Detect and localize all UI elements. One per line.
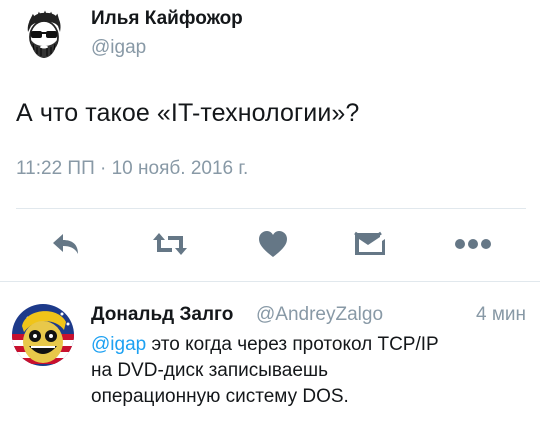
heart-icon [259, 231, 287, 257]
reply-time: 4 мин [475, 304, 526, 325]
avatar[interactable] [18, 10, 70, 62]
more-dots-icon [455, 239, 491, 249]
retweet-icon [153, 233, 187, 255]
mention-link[interactable]: @igap [91, 334, 146, 355]
reply-button[interactable] [44, 222, 88, 266]
reply-text-line-3: операционную систему DOS. [91, 386, 349, 407]
reply-arrow-icon [53, 234, 78, 254]
envelope-icon [354, 231, 385, 255]
reply-text-line-1: @igap это когда через протокол TCP/IP [91, 332, 531, 358]
author-handle[interactable]: @igap [91, 37, 146, 59]
tweet-text: А что такое «IT-технологии»? [16, 99, 360, 127]
divider [16, 208, 526, 209]
direct-message-button[interactable] [348, 222, 392, 266]
reply-avatar[interactable] [12, 304, 74, 366]
zalgo-avatar-icon [12, 304, 74, 366]
more-button[interactable] [451, 222, 495, 266]
reply-text-line-2: на DVD-диск записываешь [91, 360, 329, 381]
retweet-button[interactable] [148, 222, 192, 266]
reply-text: @igap это когда через протокол TCP/IP на… [91, 332, 531, 410]
tweet-timestamp: 11:22 ПП · 10 нояб. 2016 г. [16, 158, 249, 179]
reply-text-fragment: это когда через протокол TCP/IP [146, 334, 439, 355]
action-bar [0, 222, 540, 266]
reply-author-handle[interactable]: @AndreyZalgo [256, 304, 383, 326]
reply-author-name[interactable]: Дональд Залго [91, 304, 233, 326]
like-button[interactable] [251, 222, 295, 266]
reply-tweet[interactable]: Дональд Залго @AndreyZalgo 4 мин @igap э… [0, 282, 540, 434]
author-name[interactable]: Илья Кайфожор [91, 8, 243, 30]
author-avatar-icon [18, 10, 70, 62]
